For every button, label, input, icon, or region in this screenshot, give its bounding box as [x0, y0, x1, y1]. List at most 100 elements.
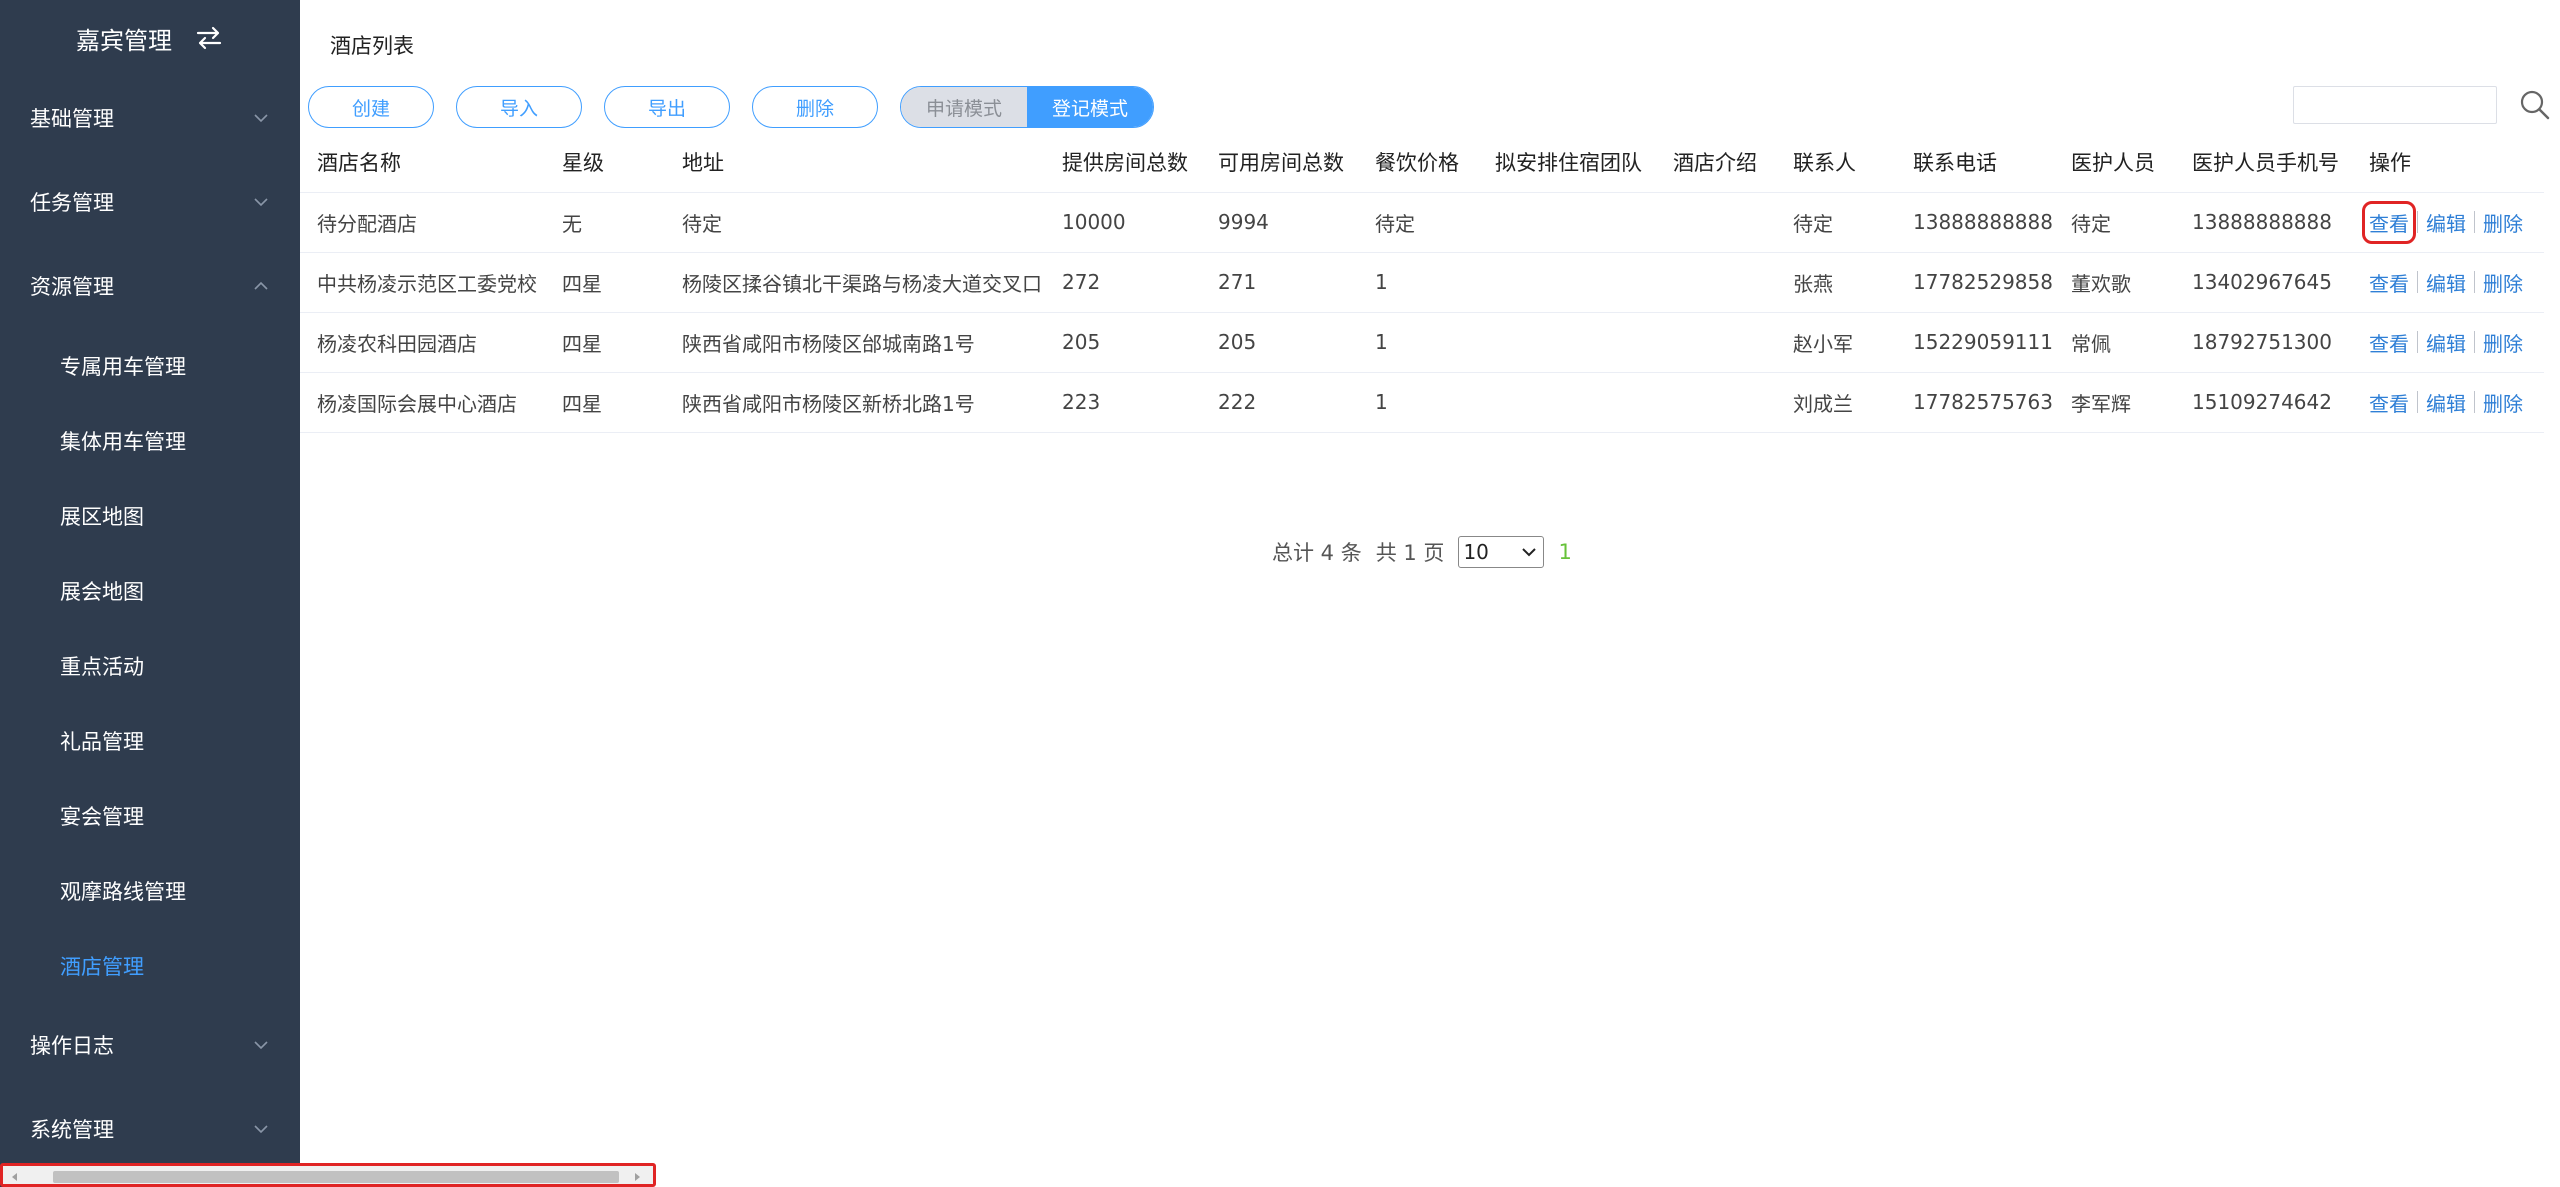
divider: [2474, 211, 2475, 233]
divider: [2417, 271, 2418, 293]
row-actions: 查看 编辑 删除: [2362, 200, 2544, 244]
brand-title: 嘉宾管理: [76, 26, 172, 55]
cell: 10000: [1045, 191, 1201, 252]
export-button[interactable]: 导出: [604, 86, 730, 128]
col-phone: 联系电话: [1913, 150, 1997, 175]
sidebar-item-key-events[interactable]: 重点活动: [0, 628, 300, 703]
table-row: 杨凌国际会展中心酒店 四星 陕西省咸阳市杨陵区新桥北路1号 223 222 1 …: [300, 371, 2544, 433]
sidebar-menu: 基础管理 任务管理 资源管理 专属用车管理 集体用车管理 展区地图 展会地图 重…: [0, 76, 300, 1171]
sidebar-group-basic[interactable]: 基础管理: [0, 76, 300, 160]
delete-link[interactable]: 删除: [2483, 388, 2523, 417]
divider: [2417, 211, 2418, 233]
cell: [1478, 371, 1656, 433]
create-button[interactable]: 创建: [308, 86, 434, 128]
col-dining-price: 餐饮价格: [1375, 150, 1459, 175]
sidebar-item-exhibit-area-map[interactable]: 展区地图: [0, 478, 300, 553]
sidebar-group-label: 操作日志: [30, 1034, 114, 1058]
edit-link[interactable]: 编辑: [2426, 208, 2466, 237]
chevron-down-icon: [254, 114, 268, 123]
chevron-down-icon: [1522, 548, 1537, 557]
cell: [1656, 251, 1776, 312]
horizontal-scrollbar[interactable]: [0, 1163, 656, 1187]
delete-link[interactable]: 删除: [2483, 208, 2523, 237]
delete-button[interactable]: 删除: [752, 86, 878, 128]
view-link[interactable]: 查看: [2369, 328, 2409, 357]
register-mode-button[interactable]: 登记模式: [1027, 87, 1153, 127]
cell: 四星: [545, 251, 665, 312]
col-available-rooms: 可用房间总数: [1218, 150, 1344, 175]
ops-cell: 查看 编辑 删除: [2352, 371, 2544, 433]
sidebar-item-gifts[interactable]: 礼品管理: [0, 703, 300, 778]
table-header-row: 酒店名称 星级 地址 提供房间总数 可用房间总数 餐饮价格 拟安排住宿团队 酒店…: [300, 132, 2544, 192]
apply-mode-button[interactable]: 申请模式: [901, 87, 1027, 127]
scroll-left-icon[interactable]: [9, 1171, 21, 1183]
scroll-right-icon[interactable]: [631, 1171, 643, 1183]
sidebar-item-hotel[interactable]: 酒店管理: [0, 928, 300, 1003]
cell: 杨凌国际会展中心酒店: [300, 371, 545, 433]
sidebar-group-label: 基础管理: [30, 107, 114, 131]
sidebar-item-group-car[interactable]: 集体用车管理: [0, 403, 300, 478]
cell: 待定: [1358, 191, 1478, 252]
divider: [2417, 331, 2418, 353]
page-size-value: 10: [1463, 540, 1489, 564]
cell: 无: [545, 191, 665, 252]
row-actions: 查看 编辑 删除: [2369, 268, 2544, 297]
page-count: 共 1 页: [1375, 541, 1445, 565]
col-contact: 联系人: [1793, 150, 1856, 175]
table-row: 中共杨凌示范区工委党校 四星 杨陵区揉谷镇北干渠路与杨凌大道交叉口 272 27…: [300, 251, 2544, 312]
cell: 中共杨凌示范区工委党校: [300, 251, 545, 312]
brand: 嘉宾管理: [0, 0, 300, 76]
scrollbar-thumb[interactable]: [53, 1171, 619, 1183]
cell: 四星: [545, 371, 665, 433]
resource-submenu: 专属用车管理 集体用车管理 展区地图 展会地图 重点活动 礼品管理 宴会管理 观…: [0, 328, 300, 1003]
chevron-down-icon: [254, 198, 268, 207]
page-title: 酒店列表: [330, 34, 414, 58]
col-star: 星级: [562, 150, 604, 175]
cell: 待定: [665, 191, 1045, 252]
col-medic-phone: 医护人员手机号: [2192, 150, 2339, 175]
cell: 15109274642: [2175, 371, 2352, 433]
import-button[interactable]: 导入: [456, 86, 582, 128]
cell: [1478, 311, 1656, 372]
edit-link[interactable]: 编辑: [2426, 328, 2466, 357]
cell: 18792751300: [2175, 311, 2352, 372]
sidebar-group-resource[interactable]: 资源管理: [0, 244, 300, 328]
sidebar-item-exclusive-car[interactable]: 专属用车管理: [0, 328, 300, 403]
cell: 待定: [1776, 191, 1896, 252]
page-size-select[interactable]: 10: [1458, 536, 1545, 568]
chevron-up-icon: [254, 281, 268, 290]
swap-icon[interactable]: [194, 25, 224, 51]
edit-link[interactable]: 编辑: [2426, 268, 2466, 297]
cell: 1: [1358, 371, 1478, 433]
cell: 常佩: [2054, 311, 2175, 372]
divider: [2474, 331, 2475, 353]
divider: [2474, 271, 2475, 293]
edit-link[interactable]: 编辑: [2426, 388, 2466, 417]
cell: 205: [1045, 311, 1201, 372]
cell: 待定: [2054, 191, 2175, 252]
sidebar-item-banquet[interactable]: 宴会管理: [0, 778, 300, 853]
cell: 223: [1045, 371, 1201, 433]
cell: [1478, 191, 1656, 252]
view-link[interactable]: 查看: [2362, 200, 2416, 244]
search-input[interactable]: [2293, 86, 2497, 124]
cell: 陕西省咸阳市杨陵区邰城南路1号: [665, 311, 1045, 372]
view-link[interactable]: 查看: [2369, 268, 2409, 297]
cell: 13888888888: [2175, 191, 2352, 252]
sidebar-group-system[interactable]: 系统管理: [0, 1087, 300, 1171]
delete-link[interactable]: 删除: [2483, 328, 2523, 357]
sidebar-item-expo-map[interactable]: 展会地图: [0, 553, 300, 628]
page-number-current[interactable]: 1: [1558, 540, 1571, 564]
col-address: 地址: [682, 150, 724, 175]
sidebar-group-label: 任务管理: [30, 191, 114, 215]
search-icon[interactable]: [2518, 88, 2552, 122]
sidebar-group-label: 资源管理: [30, 275, 114, 299]
sidebar-group-task[interactable]: 任务管理: [0, 160, 300, 244]
col-planned-team: 拟安排住宿团队: [1495, 150, 1642, 175]
view-link[interactable]: 查看: [2369, 388, 2409, 417]
delete-link[interactable]: 删除: [2483, 268, 2523, 297]
sidebar-item-tour-route[interactable]: 观摩路线管理: [0, 853, 300, 928]
table-row: 杨凌农科田园酒店 四星 陕西省咸阳市杨陵区邰城南路1号 205 205 1 赵小…: [300, 311, 2544, 372]
sidebar-group-oplog[interactable]: 操作日志: [0, 1003, 300, 1087]
chevron-down-icon: [254, 1041, 268, 1050]
